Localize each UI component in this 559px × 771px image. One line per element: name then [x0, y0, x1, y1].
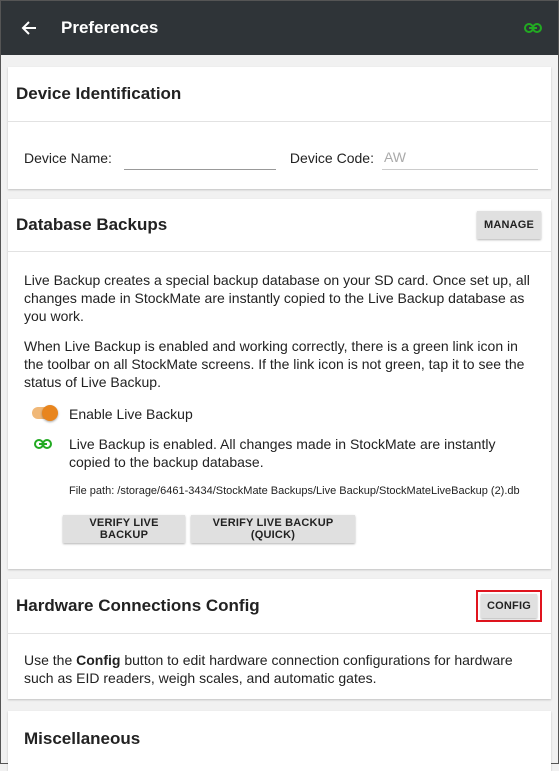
live-backup-status-text: Live Backup is enabled. All changes made…: [69, 436, 496, 470]
device-name-field[interactable]: [123, 145, 276, 170]
app-bar: Preferences: [1, 1, 558, 55]
enable-live-backup-label: Enable Live Backup: [69, 406, 193, 422]
database-backups-card: Database Backups MANAGE Live Backup crea…: [8, 199, 551, 569]
link-icon[interactable]: [524, 21, 542, 35]
toggle-thumb: [42, 405, 58, 421]
card-header: Database Backups MANAGE: [8, 199, 551, 252]
arrow-left-icon[interactable]: [19, 18, 39, 38]
device-fields-row: Device Name: Device Code:: [24, 145, 538, 170]
card-header: Device Identification: [8, 67, 551, 122]
config-button[interactable]: CONFIG: [481, 594, 537, 618]
device-name-label: Device Name:: [24, 149, 112, 166]
card-title: Device Identification: [16, 84, 182, 103]
link-icon: [34, 437, 52, 449]
card-title: Database Backups: [16, 215, 168, 234]
verify-live-backup-quick-button[interactable]: VERIFY LIVE BACKUP (QUICK): [191, 515, 355, 543]
link-icon-description: When Live Backup is enabled and working …: [24, 338, 525, 390]
hardware-text-prefix: Use the: [24, 652, 77, 668]
card-header: Hardware Connections Config CONFIG: [8, 579, 551, 634]
config-keyword: Config: [76, 652, 121, 668]
device-code-label: Device Code:: [289, 149, 374, 166]
enable-live-backup-toggle[interactable]: [32, 403, 62, 423]
card-title: Miscellaneous: [24, 729, 141, 748]
live-backup-description: Live Backup creates a special backup dat…: [24, 272, 530, 324]
file-path-text: File path: /storage/6461-3434/StockMate …: [69, 485, 520, 497]
verify-live-backup-button[interactable]: VERIFY LIVE BACKUP: [63, 515, 185, 543]
page-title: Preferences: [61, 18, 159, 37]
manage-button[interactable]: MANAGE: [477, 211, 541, 239]
device-identification-card: Device Identification Device Name: Devic…: [8, 67, 551, 189]
hardware-connections-card: Hardware Connections Config CONFIG Use t…: [8, 579, 551, 699]
miscellaneous-card: Miscellaneous: [8, 711, 551, 771]
config-button-highlight: CONFIG: [476, 590, 542, 622]
hardware-description: Use the Config button to edit hardware c…: [24, 651, 538, 687]
device-code-field[interactable]: [381, 145, 538, 170]
card-title: Hardware Connections Config: [16, 596, 260, 615]
